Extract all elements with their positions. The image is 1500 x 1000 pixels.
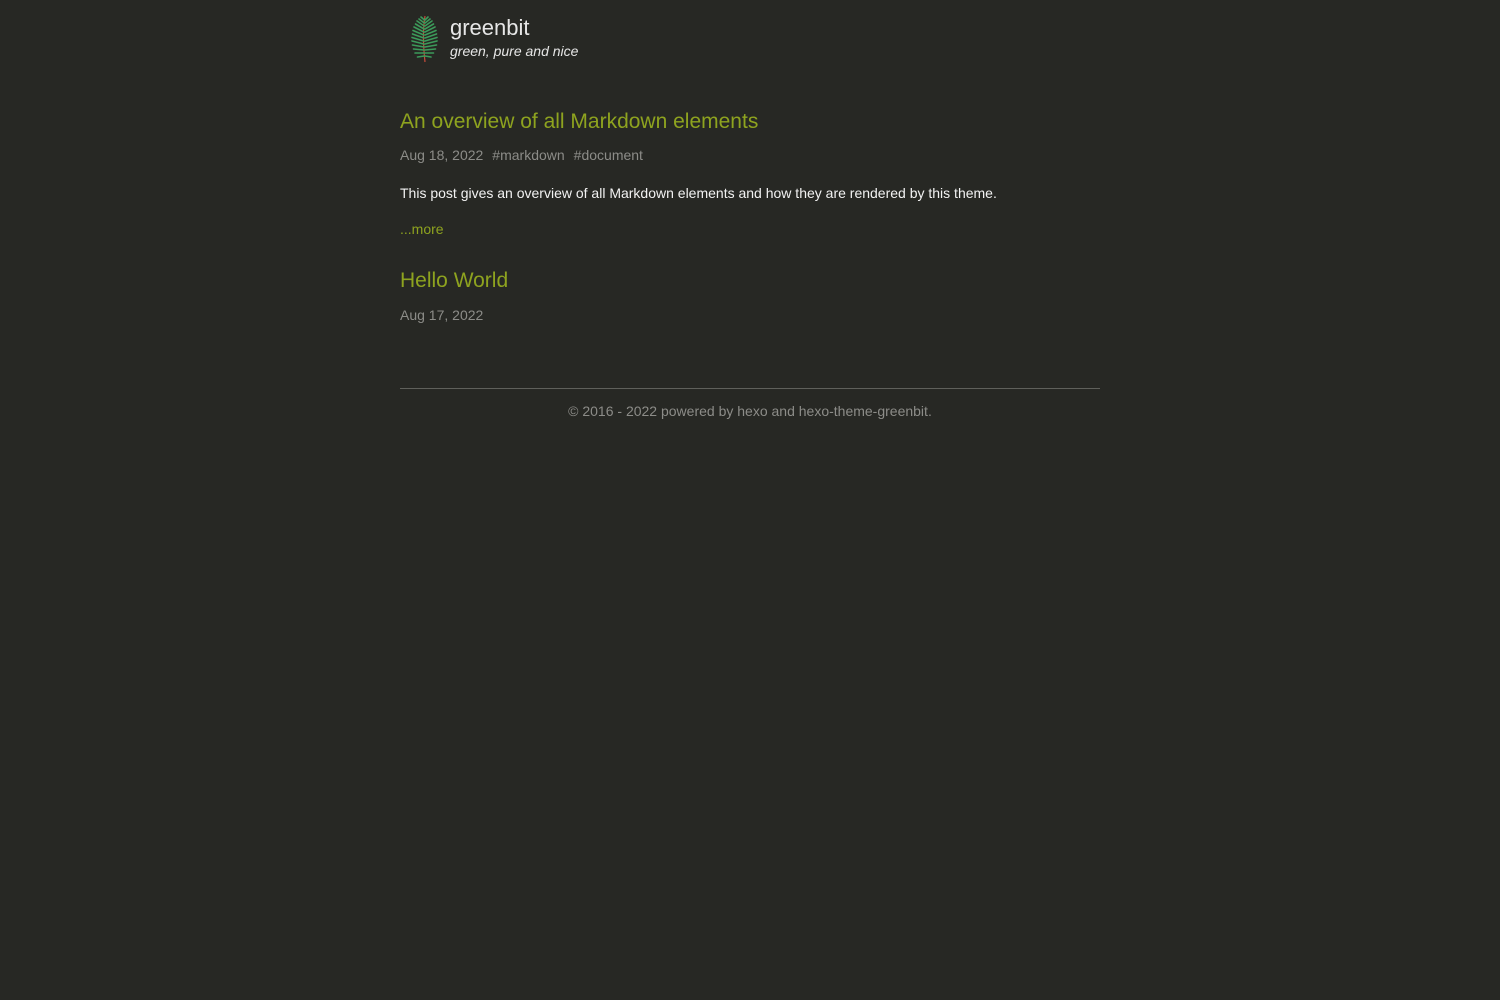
post-title-link[interactable]: Hello World xyxy=(400,267,508,295)
post-date: Aug 18, 2022 xyxy=(400,147,484,163)
palm-leaf-icon[interactable] xyxy=(408,14,442,64)
post-meta: Aug 17, 2022 xyxy=(400,306,1100,324)
hexo-link[interactable]: hexo xyxy=(737,403,767,419)
tag-link-document[interactable]: #document xyxy=(574,147,643,163)
footer-prefix: © 2016 - 2022 powered by xyxy=(568,403,738,419)
tag-link-markdown[interactable]: #markdown xyxy=(492,147,564,163)
post-excerpt: This post gives an overview of all Markd… xyxy=(400,185,997,201)
site-title[interactable]: greenbit xyxy=(450,14,530,42)
post-title-link[interactable]: An overview of all Markdown elements xyxy=(400,108,758,136)
post-list: An overview of all Markdown elements Aug… xyxy=(400,108,1100,324)
post-meta: Aug 18, 2022 #markdown #document xyxy=(400,146,1100,164)
read-more-link[interactable]: ...more xyxy=(400,220,444,238)
post-date: Aug 17, 2022 xyxy=(400,307,484,323)
site-subtitle: green, pure and nice xyxy=(450,43,579,59)
page: greenbit green, pure and nice An overvie… xyxy=(400,0,1100,419)
site-header: greenbit green, pure and nice xyxy=(400,0,1100,90)
footer: © 2016 - 2022 powered by hexo and hexo-t… xyxy=(400,388,1100,420)
post-item: An overview of all Markdown elements Aug… xyxy=(400,108,1100,239)
theme-link[interactable]: hexo-theme-greenbit xyxy=(799,403,928,419)
post-item: Hello World Aug 17, 2022 xyxy=(400,267,1100,324)
footer-text: © 2016 - 2022 powered by hexo and hexo-t… xyxy=(400,402,1100,420)
footer-and: and xyxy=(767,403,799,419)
footer-suffix: . xyxy=(927,403,932,419)
